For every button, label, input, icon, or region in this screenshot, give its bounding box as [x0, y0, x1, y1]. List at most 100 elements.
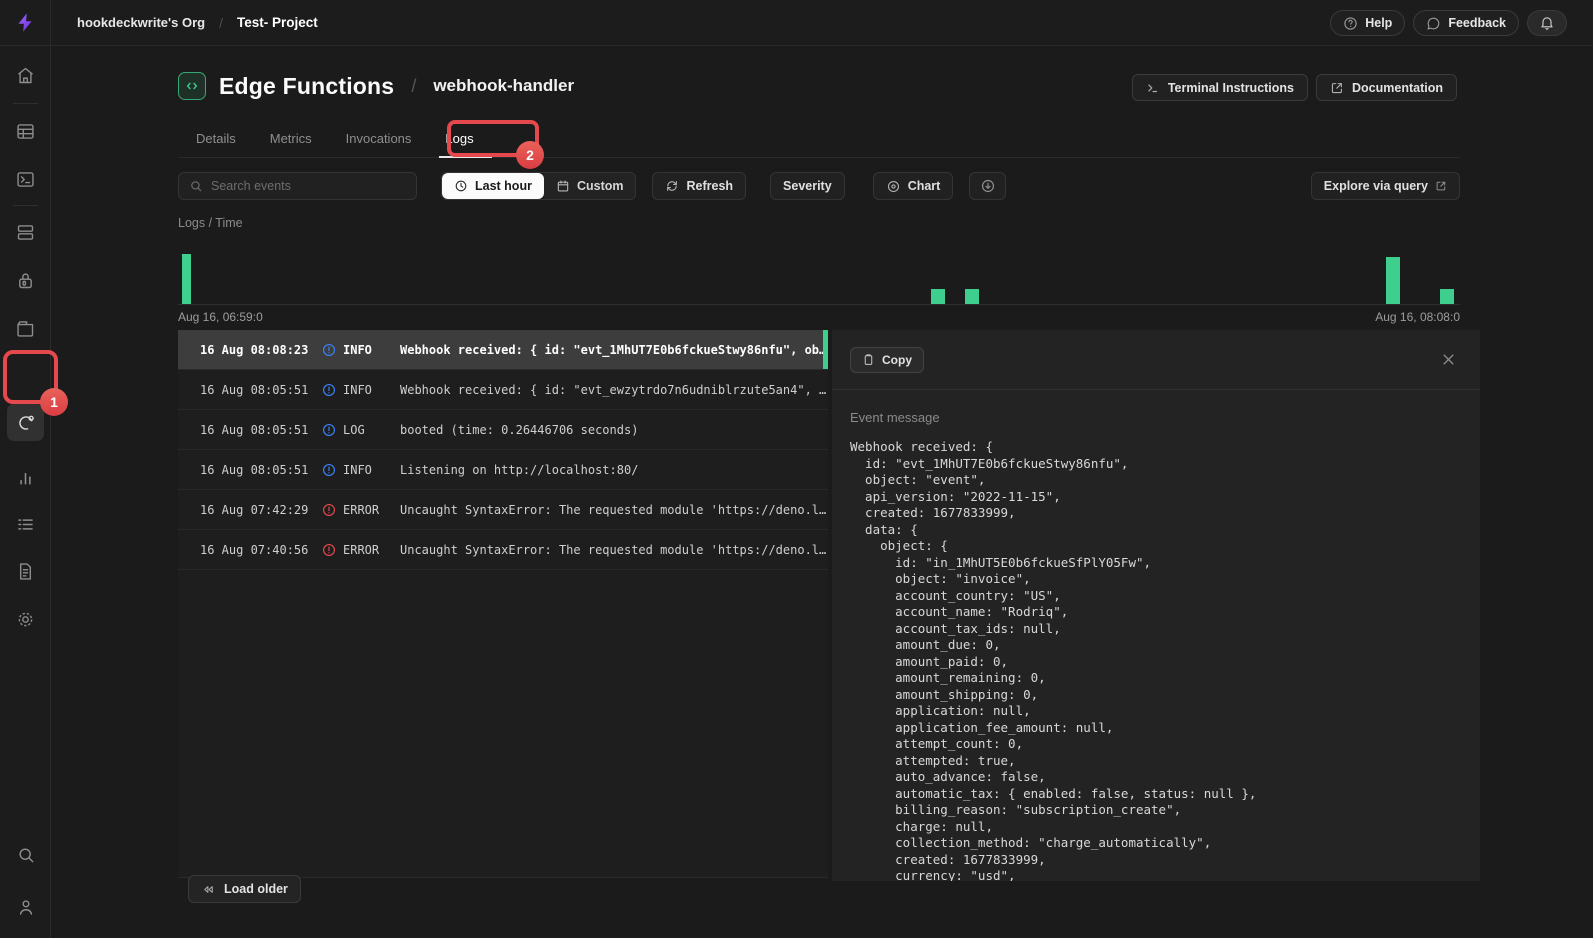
rewind-icon	[201, 882, 216, 897]
histogram-bar[interactable]	[931, 289, 945, 304]
log-message: Listening on http://localhost:80/	[400, 463, 828, 477]
search-events-input[interactable]	[211, 179, 406, 193]
help-button[interactable]: Help	[1330, 10, 1405, 36]
load-older-button[interactable]: Load older	[188, 875, 301, 903]
tab-details[interactable]: Details	[196, 120, 236, 157]
chart-x-axis: Aug 16, 06:59:0 Aug 16, 08:08:0	[178, 310, 1460, 324]
info-circle-icon	[322, 463, 336, 477]
edge-functions-badge-icon	[178, 72, 206, 100]
bell-icon	[1539, 15, 1555, 31]
breadcrumb: hookdeckwrite's Org / Test- Project	[51, 15, 318, 31]
event-message-label: Event message	[850, 410, 1462, 425]
last-hour-label: Last hour	[475, 179, 532, 193]
log-level-text: INFO	[343, 463, 372, 477]
chart-toggle-label: Chart	[908, 179, 941, 193]
severity-label: Severity	[783, 179, 832, 193]
external-link-icon	[1330, 81, 1344, 95]
sidebar-item-api-docs[interactable]	[7, 553, 44, 590]
sql-editor-terminal-icon	[15, 169, 36, 190]
tab-invocations[interactable]: Invocations	[346, 120, 412, 157]
home-icon	[15, 65, 36, 86]
tab-logs[interactable]: Logs	[445, 120, 473, 157]
last-hour-button[interactable]: Last hour	[442, 173, 544, 199]
top-header-bar: hookdeckwrite's Org / Test- Project Help…	[0, 0, 1593, 46]
documentation-button[interactable]: Documentation	[1316, 74, 1457, 101]
log-row[interactable]: 16 Aug 08:05:51LOGbooted (time: 0.264467…	[178, 410, 828, 450]
sidebar-item-profile[interactable]	[7, 888, 44, 925]
notifications-button[interactable]	[1527, 10, 1567, 36]
copy-label: Copy	[882, 353, 912, 367]
table-editor-icon	[15, 121, 36, 142]
app-logo[interactable]	[0, 0, 51, 45]
close-icon	[1441, 352, 1456, 367]
log-level-text: ERROR	[343, 543, 379, 557]
log-timestamp: 16 Aug 07:40:56	[200, 543, 322, 557]
sidebar-item-search[interactable]	[7, 836, 44, 873]
custom-range-button[interactable]: Custom	[544, 173, 636, 199]
histogram-bar[interactable]	[1386, 257, 1400, 304]
logs-list-icon	[15, 514, 36, 535]
severity-filter-button[interactable]: Severity	[770, 172, 845, 200]
log-row[interactable]: 16 Aug 08:05:51INFOListening on http://l…	[178, 450, 828, 490]
log-row[interactable]: 16 Aug 07:42:29ERRORUncaught SyntaxError…	[178, 490, 828, 530]
search-icon	[189, 179, 203, 193]
copy-button[interactable]: Copy	[850, 347, 924, 373]
sidebar-item-logs[interactable]	[7, 506, 44, 543]
help-circle-icon	[1343, 16, 1358, 31]
refresh-button[interactable]: Refresh	[652, 172, 746, 200]
sidebar-item-database[interactable]	[7, 214, 44, 251]
log-level: INFO	[322, 383, 400, 397]
sidebar-item-home[interactable]	[7, 57, 44, 94]
page-header: Edge Functions / webhook-handler	[178, 72, 574, 100]
close-panel-button[interactable]	[1438, 349, 1458, 369]
search-events-box	[178, 172, 417, 200]
sidebar-item-edge-functions[interactable]	[7, 404, 44, 441]
custom-range-label: Custom	[577, 179, 624, 193]
sidebar-item-storage[interactable]	[7, 310, 44, 347]
sidebar-item-table-editor[interactable]	[7, 113, 44, 150]
histogram-bar[interactable]	[182, 254, 191, 304]
sidebar-item-reports[interactable]	[7, 460, 44, 497]
log-level: INFO	[322, 463, 400, 477]
sidebar-item-settings[interactable]	[7, 601, 44, 638]
documentation-label: Documentation	[1352, 81, 1443, 95]
explore-via-query-button[interactable]: Explore via query	[1311, 172, 1460, 200]
sidebar-item-authentication[interactable]	[7, 262, 44, 299]
download-logs-button[interactable]	[969, 172, 1006, 200]
detail-panel-body: Event message Webhook received: { id: "e…	[832, 390, 1480, 881]
sidebar-item-sql-editor[interactable]	[7, 161, 44, 198]
code-brackets-icon	[184, 78, 200, 94]
log-rows: 16 Aug 08:08:23INFOWebhook received: { i…	[178, 330, 828, 570]
log-timestamp: 16 Aug 08:05:51	[200, 383, 322, 397]
log-row[interactable]: 16 Aug 07:40:56ERRORUncaught SyntaxError…	[178, 530, 828, 570]
log-level: ERROR	[322, 503, 400, 517]
log-row[interactable]: 16 Aug 08:08:23INFOWebhook received: { i…	[178, 330, 828, 370]
search-icon	[16, 845, 36, 865]
sidebar-divider	[13, 205, 38, 206]
cloud-download-icon	[980, 178, 996, 194]
axis-start-label: Aug 16, 06:59:0	[178, 310, 263, 324]
log-level: LOG	[322, 423, 400, 437]
page-title: Edge Functions	[219, 73, 394, 100]
histogram-bar[interactable]	[965, 289, 979, 304]
log-message: Webhook received: { id: "evt_1MhUT7E0b6f…	[400, 343, 828, 357]
settings-gear-icon	[15, 609, 36, 630]
terminal-instructions-button[interactable]: Terminal Instructions	[1132, 74, 1308, 101]
tab-metrics[interactable]: Metrics	[270, 120, 312, 157]
calendar-icon	[556, 179, 570, 193]
breadcrumb-project[interactable]: Test- Project	[237, 15, 318, 30]
feedback-button[interactable]: Feedback	[1413, 10, 1519, 36]
function-name: webhook-handler	[433, 76, 574, 96]
chart-toggle-button[interactable]: Chart	[873, 172, 954, 200]
terminal-instructions-label: Terminal Instructions	[1168, 81, 1294, 95]
histogram-bar[interactable]	[1440, 289, 1454, 304]
help-label: Help	[1365, 16, 1392, 30]
reports-bar-chart-icon	[15, 468, 36, 489]
log-level: INFO	[322, 343, 400, 357]
log-level-text: LOG	[343, 423, 365, 437]
database-icon	[15, 222, 36, 243]
breadcrumb-org[interactable]: hookdeckwrite's Org	[77, 15, 205, 30]
chat-bubble-icon	[1426, 16, 1441, 31]
log-row[interactable]: 16 Aug 08:05:51INFOWebhook received: { i…	[178, 370, 828, 410]
title-separator: /	[411, 76, 416, 97]
